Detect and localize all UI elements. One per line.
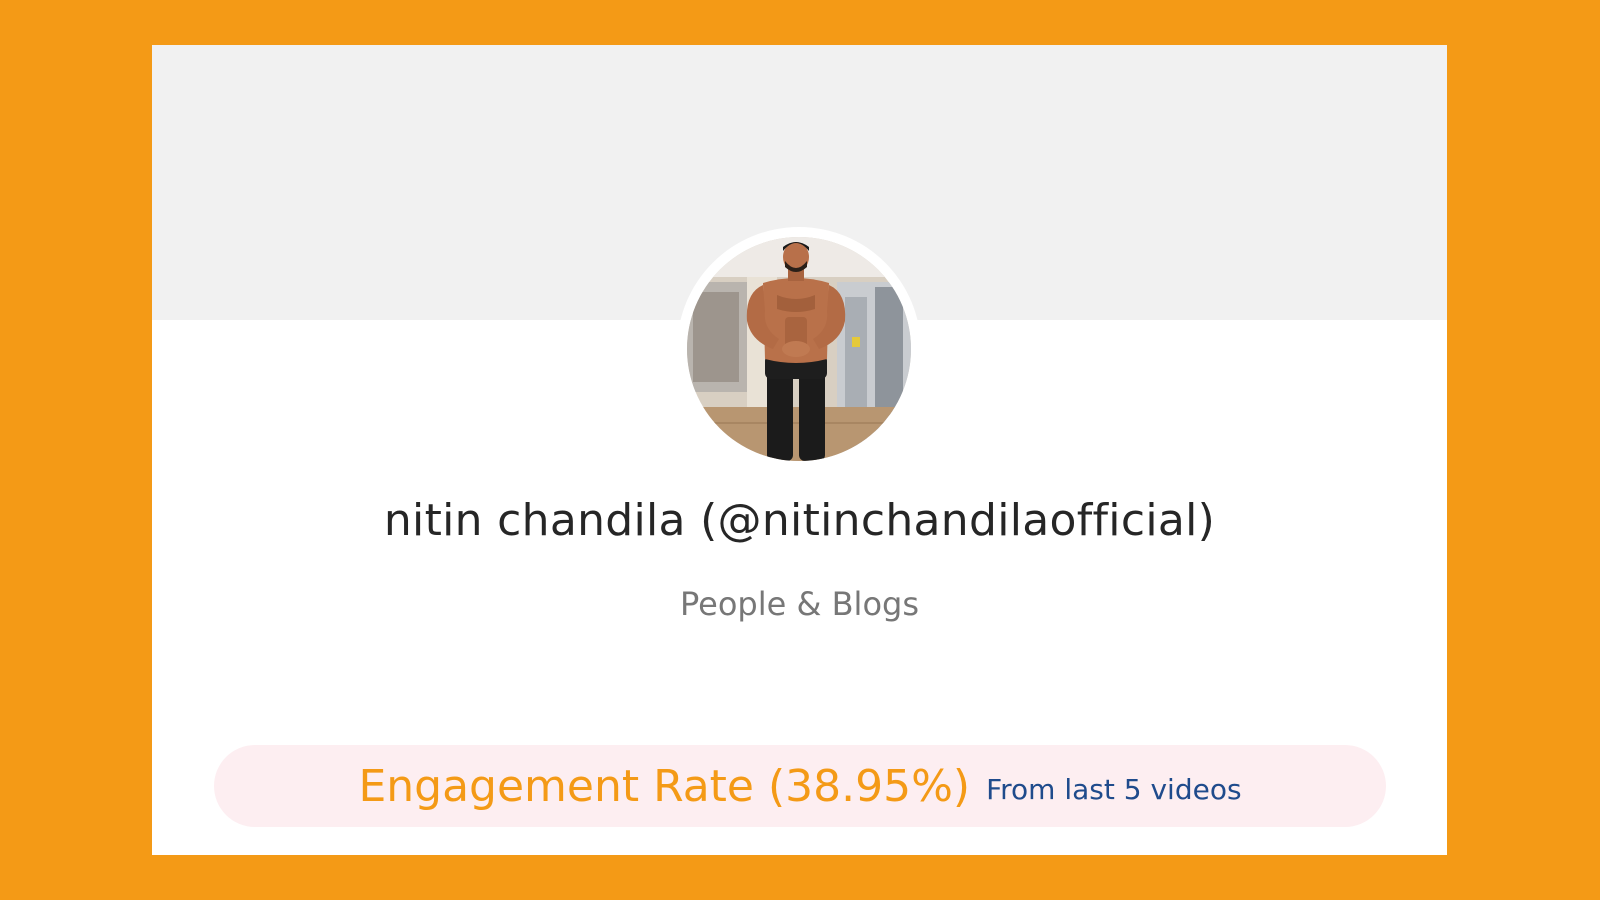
profile-name: nitin chandila (@nitinchandilaofficial)	[383, 495, 1216, 546]
engagement-rate-banner: Engagement Rate (38.95%) From last 5 vid…	[214, 745, 1386, 827]
engagement-rate-note: From last 5 videos	[986, 772, 1242, 806]
channel-category: People & Blogs	[679, 585, 919, 623]
page-background: nitin chandila (@nitinchandilaofficial) …	[0, 0, 1600, 900]
profile-card: nitin chandila (@nitinchandilaofficial) …	[152, 45, 1447, 855]
avatar-photo	[687, 237, 911, 461]
avatar[interactable]	[677, 227, 921, 471]
avatar-image	[687, 237, 911, 461]
engagement-rate-label: Engagement Rate (38.95%)	[358, 760, 971, 812]
